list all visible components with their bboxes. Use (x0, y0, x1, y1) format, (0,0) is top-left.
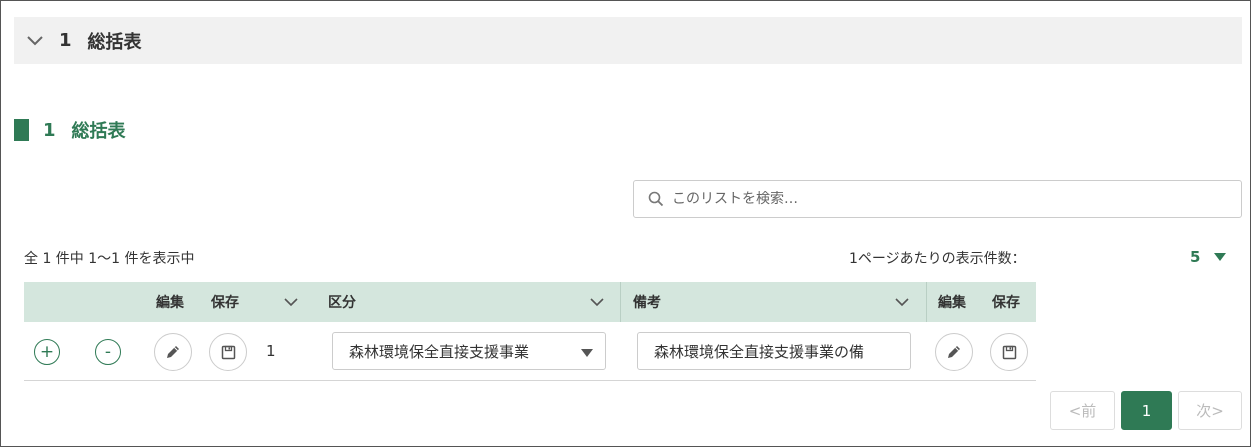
category-select[interactable]: 森林環境保全直接支援事業 (332, 332, 606, 370)
edit-button[interactable] (154, 333, 192, 371)
sub-section-label: 総括表 (71, 121, 126, 142)
save-icon (1002, 345, 1016, 359)
add-row-button[interactable]: + (34, 339, 60, 365)
category-select-value: 森林環境保全直接支援事業 (349, 342, 530, 361)
table-header: 編集 保存 区分 備考 編集 保存 (24, 282, 1036, 322)
record-count-text: 全 1 件中 1～1 件を表示中 (24, 251, 195, 267)
section-header[interactable]: 1 総括表 (14, 17, 1242, 64)
header-save-right: 保存 (992, 295, 1020, 311)
save-button-right[interactable] (990, 333, 1028, 371)
sub-section-title: 1 総括表 (14, 118, 126, 142)
next-page-button[interactable]: 次> (1178, 391, 1242, 430)
save-button[interactable] (209, 333, 247, 371)
search-input[interactable] (672, 191, 1212, 207)
row-number: 1 (266, 342, 276, 360)
prev-page-button[interactable]: <前 (1050, 391, 1115, 430)
edit-button-right[interactable] (935, 333, 973, 371)
search-icon (648, 191, 664, 207)
save-icon (221, 345, 235, 359)
per-page-value: 5 (1190, 248, 1201, 266)
header-remarks[interactable]: 備考 (633, 282, 661, 322)
category-sort-chevron-icon[interactable] (590, 282, 604, 322)
sub-section-number: 1 (43, 119, 56, 141)
title-marker-bar (14, 119, 29, 141)
per-page-label: 1ページあたりの表示件数： (849, 251, 1026, 267)
pencil-icon (948, 346, 960, 358)
remarks-input[interactable] (654, 342, 906, 360)
page-frame: 1 総括表 1 総括表 全 1 件中 1～1 件を表示中 1ページあたりの表示件… (0, 0, 1251, 447)
triangle-down-icon (1214, 253, 1227, 261)
table-row: + - 1 森林環境保全直接支援事業 (24, 322, 1036, 381)
remarks-sort-chevron-icon[interactable] (895, 282, 909, 322)
chevron-down-icon (25, 31, 45, 51)
per-page-select[interactable]: 5 (1186, 246, 1236, 268)
remove-row-button[interactable]: - (95, 339, 121, 365)
header-edit: 編集 (156, 295, 184, 311)
header-save: 保存 (211, 295, 239, 311)
plus-icon: + (39, 342, 55, 362)
section-title: 総括表 (87, 31, 142, 53)
pencil-icon (167, 346, 179, 358)
header-category[interactable]: 区分 (328, 282, 356, 322)
column-divider[interactable] (620, 282, 621, 322)
column-divider[interactable] (926, 282, 927, 322)
minus-icon: - (104, 342, 112, 362)
triangle-down-icon (581, 349, 593, 357)
remarks-field[interactable] (637, 332, 911, 370)
header-edit-right: 編集 (938, 295, 966, 311)
sort-chevron-icon[interactable] (284, 282, 298, 322)
search-box[interactable] (633, 180, 1242, 218)
section-number: 1 (59, 30, 72, 51)
page-1-button[interactable]: 1 (1121, 391, 1172, 430)
